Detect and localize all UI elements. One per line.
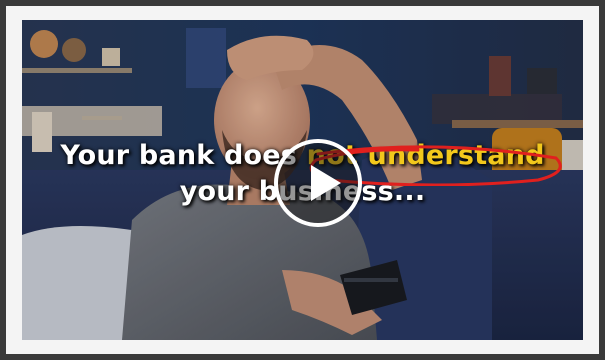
play-button[interactable] — [274, 139, 362, 227]
video-frame: Your bank does not understand your busin… — [6, 6, 599, 354]
play-icon — [311, 165, 341, 201]
headline-text-part1: Your bank does — [60, 140, 307, 171]
video-player[interactable]: Your bank does not understand your busin… — [22, 20, 583, 340]
